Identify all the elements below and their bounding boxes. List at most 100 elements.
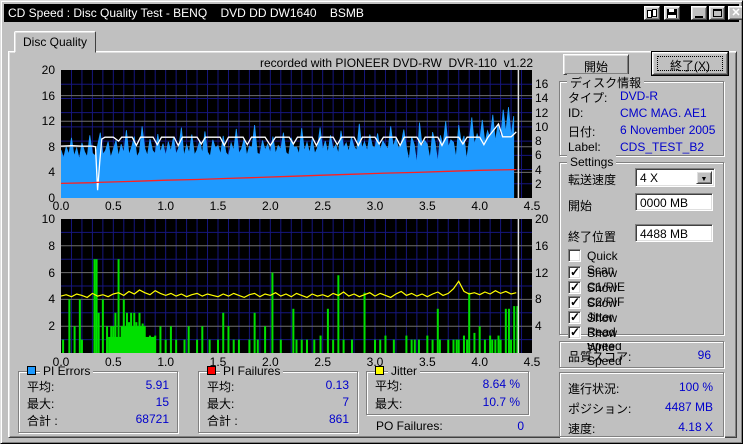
jitter-max-label: 最大: (375, 397, 403, 411)
axis-tick-label: 12 (535, 265, 549, 280)
axis-tick-label: 0.5 (104, 355, 122, 369)
transfer-speed-label: 転送速度 (568, 173, 617, 187)
pi-failures-jitter-chart (61, 219, 532, 353)
end-position-value: 4488 MB (640, 227, 689, 241)
axis-tick-label: 4 (48, 292, 55, 307)
disc-info-group: ディスク情報 タイプ: DVD-R ID: CMC MAG. AE1 日付: 6… (559, 74, 724, 156)
axis-tick-label: 1.5 (209, 199, 227, 213)
checkbox-icon[interactable] (568, 310, 581, 324)
disc-label-value: CDS_TEST_B2 (620, 140, 705, 154)
axis-tick-label: 16 (535, 77, 549, 92)
pi-failures-avg-label: 平均: (207, 380, 235, 394)
pi-failures-avg-value: 0.13 (325, 378, 349, 392)
axis-tick-label: 10 (41, 212, 55, 226)
close-icon: ✕ (731, 7, 741, 19)
minimize-icon (695, 15, 703, 18)
title-bar[interactable]: CD Speed : Disc Quality Test - BENQ DVD … (4, 4, 742, 22)
axis-tick-label: 14 (535, 91, 549, 106)
exit-button[interactable]: 終了(X) (651, 51, 729, 76)
pi-errors-avg-value: 5.91 (145, 378, 169, 392)
axis-tick-label: 4.5 (523, 199, 541, 213)
settings-group: Settings 転送速度 4 X ▼ 開始 0000 MB 終了位置 4488… (559, 155, 724, 368)
end-position-field[interactable]: 4488 MB (635, 224, 713, 242)
axis-tick-label: 8 (535, 292, 542, 307)
chevron-down-icon[interactable]: ▼ (696, 171, 712, 184)
start-position-label: 開始 (568, 199, 593, 213)
axis-tick-label: 12 (535, 105, 549, 120)
axis-tick-label: 8 (535, 134, 542, 149)
pi-failures-max-value: 7 (342, 395, 349, 409)
start-button-label: 開始 (583, 60, 608, 74)
disc-type-value: DVD-R (620, 89, 658, 103)
transfer-speed-combobox[interactable]: 4 X ▼ (635, 168, 715, 187)
quality-score-value: 96 (697, 348, 711, 362)
jitter-avg-value: 8.64 % (482, 377, 520, 391)
start-position-field[interactable]: 0000 MB (635, 193, 713, 211)
pi-errors-total-value: 68721 (135, 412, 169, 426)
speed-label: 速度: (568, 422, 596, 436)
maximize-button[interactable] (709, 6, 725, 20)
start-button[interactable]: 開始 (563, 54, 629, 75)
jitter-max-value: 10.7 % (482, 395, 520, 409)
axis-tick-label: 2 (48, 319, 55, 334)
checkbox-icon[interactable] (568, 295, 581, 309)
axis-tick-label: 6 (48, 265, 55, 280)
axis-tick-label: 6 (535, 148, 542, 163)
axis-tick-label: 0.5 (104, 199, 122, 213)
axis-tick-label: 2.5 (314, 355, 331, 369)
pi-errors-avg-label: 平均: (27, 380, 55, 394)
axis-tick-label: 4.0 (471, 355, 488, 369)
pi-errors-stats-group: PI Errors 平均: 5.91 最大: 15 合計 : 68721 (18, 364, 178, 433)
pi-failures-stats-group: PI Failures 平均: 0.13 最大: 7 合計 : 861 (198, 364, 358, 433)
pi-failures-max-label: 最大: (207, 397, 235, 411)
progress-value: 100 % (678, 380, 713, 394)
axis-tick-label: 1.5 (209, 355, 227, 369)
axis-tick-label: 4 (48, 165, 55, 180)
disc-type-label: タイプ: (568, 91, 608, 105)
po-failures-label: PO Failures: (376, 419, 443, 433)
axis-tick-label: 2.5 (314, 199, 331, 213)
pi-errors-legend-swatch (27, 366, 36, 375)
save-icon[interactable] (664, 6, 680, 20)
axis-tick-label: 3.5 (418, 199, 436, 213)
disc-date-value: 6 November 2005 (620, 123, 716, 137)
axis-tick-label: 4 (535, 319, 542, 334)
checkbox-icon[interactable] (568, 265, 581, 279)
pi-errors-max-label: 最大: (27, 397, 55, 411)
axis-tick-label: 2.0 (261, 355, 279, 369)
axis-tick-label: 2 (535, 176, 542, 191)
minimize-button[interactable] (691, 6, 707, 20)
axis-tick-label: 0.0 (52, 355, 70, 369)
close-button[interactable]: ✕ (728, 6, 742, 20)
speed-value: 4.18 X (678, 420, 713, 434)
start-position-value: 0000 MB (640, 196, 689, 210)
pi-errors-total-label: 合計 : (27, 414, 58, 428)
axis-tick-label: 8 (48, 238, 55, 253)
axis-tick-label: 0.0 (52, 199, 70, 213)
quality-score-group: 品質スコア: 96 (559, 341, 724, 368)
app-window: CD Speed : Disc Quality Test - BENQ DVD … (0, 0, 743, 444)
disc-id-label: ID: (568, 106, 584, 120)
end-position-label: 終了位置 (568, 230, 617, 244)
axis-tick-label: 10 (535, 119, 549, 134)
checkbox-icon[interactable] (568, 325, 581, 339)
tab-label: Disc Quality (22, 35, 87, 49)
disc-label-label: Label: (568, 140, 601, 154)
tab-disc-quality[interactable]: Disc Quality (14, 31, 96, 53)
axis-tick-label: 3.0 (366, 355, 384, 369)
checkbox-icon[interactable] (568, 249, 581, 262)
log-pages-icon[interactable] (644, 6, 660, 20)
disc-date-label: 日付: (568, 125, 596, 139)
axis-tick-label: 1.0 (157, 355, 174, 369)
axis-tick-label: 4.5 (523, 355, 541, 369)
floppy-icon (667, 8, 677, 18)
progress-group: 進行状況: 100 % ポジション: 4487 MB 速度: 4.18 X (559, 372, 724, 437)
jitter-stats-group: Jitter 平均: 8.64 % 最大: 10.7 % (366, 364, 529, 415)
axis-tick-label: 8 (48, 139, 55, 154)
axis-tick-label: 4 (535, 162, 542, 177)
axis-tick-label: 3.5 (418, 355, 436, 369)
focus-rect (657, 56, 723, 71)
pi-errors-chart (61, 70, 532, 198)
checkbox-icon[interactable] (568, 280, 581, 294)
settings-title: Settings (567, 155, 617, 169)
